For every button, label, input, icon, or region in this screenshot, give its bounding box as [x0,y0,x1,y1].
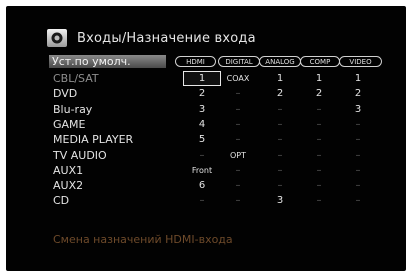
cell-digital[interactable]: – [223,163,253,178]
cell-comp[interactable]: – [304,117,334,132]
cell-video[interactable]: – [343,178,373,193]
cell-video[interactable]: – [343,163,373,178]
cell-comp[interactable]: – [304,132,334,147]
cell-video[interactable]: 1 [343,71,373,86]
default-button[interactable]: Уст.по умолч. [49,55,166,68]
column-header-analog: ANALOG [259,56,301,67]
cell-video[interactable]: – [343,193,373,208]
row-label[interactable]: AUX1 [53,163,83,178]
column-header-digital: DIGITAL [218,56,260,67]
cell-analog[interactable]: – [265,178,295,193]
menu-header: Входы/Назначение входа [47,28,256,48]
cell-comp[interactable]: 1 [304,71,334,86]
row-label[interactable]: MEDIA PLAYER [53,132,133,147]
row-label[interactable]: CD [53,193,69,208]
page-title: Входы/Назначение входа [77,30,256,46]
cell-digital[interactable]: – [223,102,253,117]
cell-analog[interactable]: – [265,117,295,132]
cell-analog[interactable]: 1 [265,71,295,86]
cell-video[interactable]: 3 [343,102,373,117]
cell-analog[interactable]: 3 [265,193,295,208]
cell-comp[interactable]: – [304,193,334,208]
cell-digital[interactable]: COAX [223,71,253,86]
cell-hdmi[interactable]: 5 [187,132,217,147]
cell-analog[interactable]: – [265,132,295,147]
cell-hdmi[interactable]: 4 [187,117,217,132]
cell-hdmi[interactable]: 6 [187,178,217,193]
cell-digital[interactable]: OPT [223,148,253,163]
cell-comp[interactable]: 2 [304,86,334,101]
cell-hdmi[interactable]: 2 [187,86,217,101]
cell-hdmi[interactable]: – [187,148,217,163]
cell-comp[interactable]: – [304,148,334,163]
cell-analog[interactable]: – [265,148,295,163]
cell-hdmi[interactable]: – [187,193,217,208]
cell-digital[interactable]: – [223,178,253,193]
column-header-hdmi: HDMI [175,56,216,67]
row-label[interactable]: DVD [53,86,77,101]
cell-analog[interactable]: – [265,163,295,178]
cell-hdmi[interactable]: 3 [187,102,217,117]
column-header-comp: COMP [300,56,340,67]
row-label[interactable]: GAME [53,117,86,132]
row-label[interactable]: AUX2 [53,178,83,193]
cell-digital[interactable]: – [223,132,253,147]
cell-digital[interactable]: – [223,86,253,101]
cell-analog[interactable]: – [265,102,295,117]
row-label[interactable]: TV AUDIO [53,148,107,163]
cell-video[interactable]: – [343,148,373,163]
cell-analog[interactable]: 2 [265,86,295,101]
column-header-video: VIDEO [339,56,382,67]
cell-digital[interactable]: – [223,117,253,132]
cell-video[interactable]: – [343,117,373,132]
row-label[interactable]: Blu-ray [53,102,92,117]
cell-digital[interactable]: – [223,193,253,208]
cell-hdmi[interactable]: Front [187,163,217,178]
cell-comp[interactable]: – [304,178,334,193]
row-label[interactable]: CBL/SAT [53,71,99,86]
help-text: Смена назначений HDMI-входа [53,233,233,246]
cell-video[interactable]: – [343,132,373,147]
cell-comp[interactable]: – [304,102,334,117]
cell-comp[interactable]: – [304,163,334,178]
cell-video[interactable]: 2 [343,86,373,101]
input-assign-icon [47,29,67,47]
cell-hdmi[interactable]: 1 [187,71,217,86]
